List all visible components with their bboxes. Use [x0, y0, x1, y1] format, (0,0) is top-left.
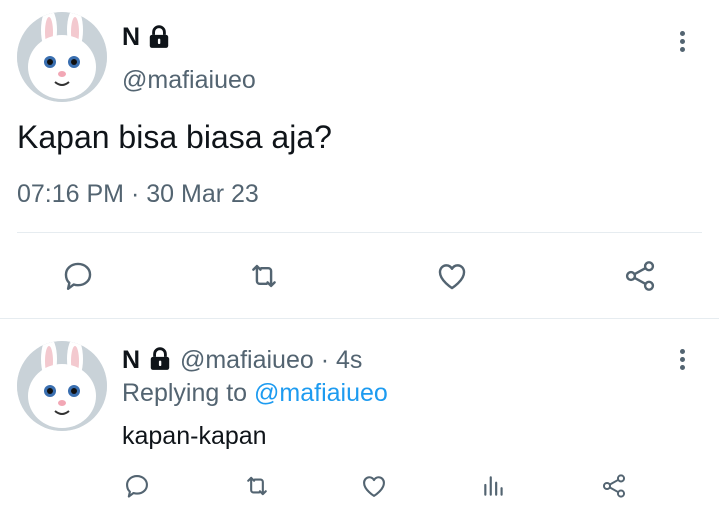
- reply-author-name[interactable]: N: [122, 346, 140, 374]
- share-icon: [602, 474, 626, 498]
- avatar-image: [17, 341, 107, 431]
- thread-divider: [0, 318, 719, 319]
- heart-icon: [363, 476, 385, 497]
- lock-icon: [146, 24, 172, 50]
- reply-author-handle[interactable]: @mafiaiueo: [180, 346, 314, 374]
- timestamp-separator: ·: [130, 180, 140, 208]
- main-retweet-button[interactable]: [244, 256, 284, 296]
- share-icon: [625, 261, 655, 291]
- main-tweet-author-handle[interactable]: @mafiaiueo: [122, 65, 256, 95]
- tweet-time[interactable]: 07:16 PM: [17, 180, 124, 208]
- heart-icon: [438, 264, 466, 290]
- reply-icon: [126, 475, 148, 498]
- main-reply-button[interactable]: [58, 256, 98, 296]
- main-share-button[interactable]: [620, 256, 660, 296]
- main-tweet-author-name[interactable]: N: [122, 22, 140, 52]
- replying-prefix: Replying to: [122, 379, 248, 407]
- reply-more-icon[interactable]: [679, 349, 685, 370]
- reply-share-button[interactable]: [598, 470, 630, 502]
- main-tweet-avatar[interactable]: [17, 12, 107, 102]
- retweet-icon: [247, 476, 267, 496]
- reply-separator: ·: [320, 346, 330, 374]
- reply-header: N @mafiaiueo · 4s: [122, 345, 362, 375]
- avatar-image: [17, 12, 107, 102]
- reply-icon: [64, 262, 92, 290]
- main-tweet-divider: [17, 232, 702, 233]
- main-tweet-timestamp: 07:16 PM · 30 Mar 23: [17, 179, 259, 209]
- tweet-date[interactable]: 30 Mar 23: [146, 180, 259, 208]
- main-tweet-text: Kapan bisa biasa aja?: [17, 119, 332, 155]
- retweet-icon: [252, 264, 276, 288]
- reply-analytics-button[interactable]: [478, 470, 510, 502]
- main-like-button[interactable]: [432, 256, 472, 296]
- reply-text: kapan-kapan: [122, 422, 267, 450]
- replying-to: Replying to @mafiaiueo: [122, 378, 388, 408]
- lock-icon: [147, 346, 173, 372]
- main-tweet-more-icon[interactable]: [679, 31, 685, 52]
- replying-to-handle[interactable]: @mafiaiueo: [254, 379, 388, 407]
- reply-like-button[interactable]: [358, 470, 390, 502]
- reply-avatar[interactable]: [17, 341, 107, 431]
- analytics-icon: [484, 476, 503, 496]
- reply-reply-button[interactable]: [121, 470, 153, 502]
- reply-age[interactable]: 4s: [336, 346, 362, 374]
- reply-retweet-button[interactable]: [241, 470, 273, 502]
